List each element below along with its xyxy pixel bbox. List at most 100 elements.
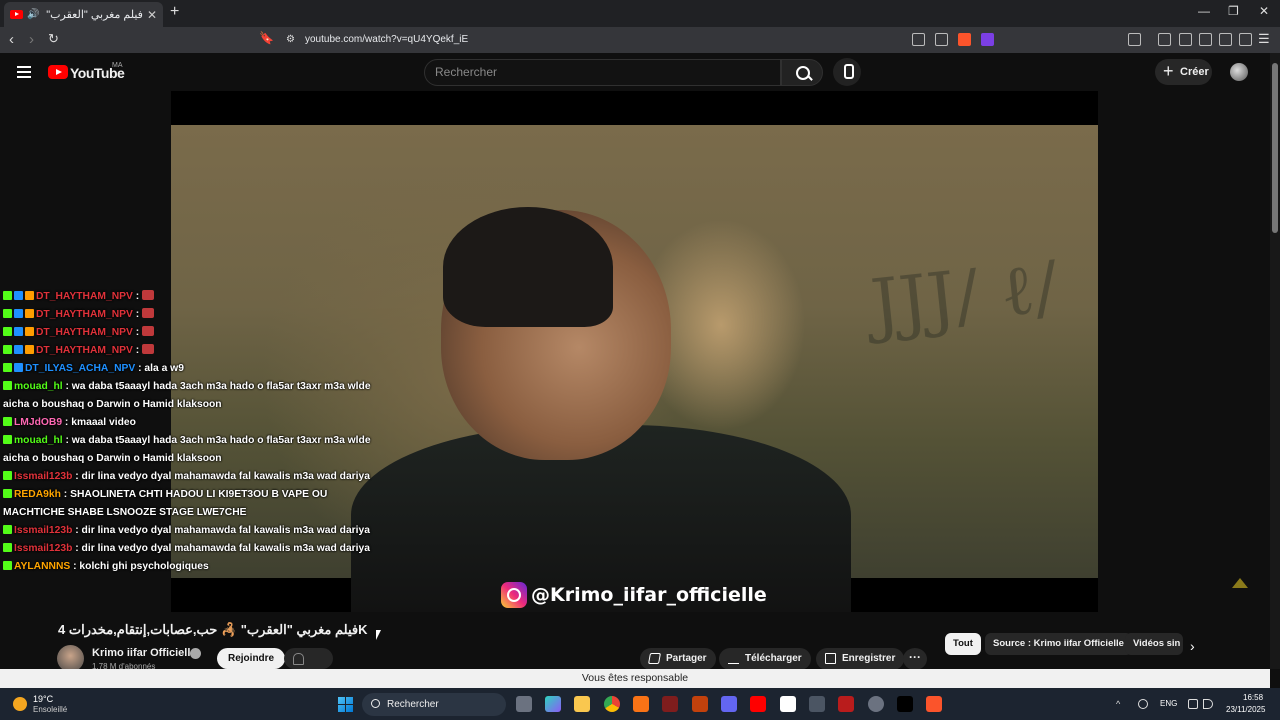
chat-username: AYLANNNS: [14, 561, 71, 572]
tab-close-icon[interactable]: ✕: [147, 8, 157, 22]
chat-username: mouad_hl: [14, 435, 63, 446]
download-label: Télécharger: [745, 653, 802, 664]
chevron-up-icon[interactable]: ^: [1116, 699, 1126, 709]
bookmark-icon[interactable]: 🔖: [259, 31, 274, 45]
kick-badge-icon: [3, 291, 12, 300]
share-button[interactable]: Partager: [640, 648, 716, 670]
language-indicator[interactable]: ENG: [1160, 699, 1177, 708]
volume-icon[interactable]: [1203, 699, 1213, 709]
audio-icon[interactable]: 🔊: [27, 9, 39, 20]
minimize-button[interactable]: —: [1198, 4, 1210, 18]
search-input[interactable]: Rechercher: [424, 59, 781, 86]
chat-message: DT_ILYAS_ACHA_NPV : ala a w9: [3, 360, 383, 378]
app-gamepad-icon[interactable]: [809, 696, 825, 712]
app-v-icon[interactable]: [662, 696, 678, 712]
app-shield-icon[interactable]: [692, 696, 708, 712]
app-xm-icon[interactable]: [897, 696, 913, 712]
chat-username: DT_HAYTHAM_NPV: [36, 345, 133, 356]
youtube-app-icon[interactable]: [750, 696, 766, 712]
task-view-icon[interactable]: [516, 696, 532, 712]
channel-name[interactable]: Krimo iifar Officielle: [92, 647, 197, 659]
app-a-icon[interactable]: [633, 696, 649, 712]
teams-icon[interactable]: [721, 696, 737, 712]
hamburger-menu-icon[interactable]: [17, 66, 31, 78]
chat-separator: :: [132, 345, 143, 356]
new-tab-button[interactable]: +: [170, 3, 179, 21]
brave-shield-icon[interactable]: [958, 33, 971, 46]
app-fn-icon[interactable]: [780, 696, 796, 712]
verified-badge-icon: [14, 345, 23, 354]
media-icon[interactable]: [1158, 33, 1171, 46]
chat-emote-icon: [142, 326, 155, 336]
brave-rewards-icon[interactable]: [981, 33, 994, 46]
chat-username: Issmail123b: [14, 471, 73, 482]
chat-message: DT_HAYTHAM_NPV :: [3, 324, 383, 342]
chip-source[interactable]: Source : Krimo iifar Officielle: [985, 633, 1132, 655]
sun-icon[interactable]: [13, 697, 27, 711]
close-window-button[interactable]: ✕: [1259, 4, 1269, 18]
voice-search-icon[interactable]: [833, 58, 861, 86]
chat-separator: :: [72, 543, 82, 554]
notification-bell-button[interactable]: [284, 648, 333, 669]
youtube-favicon-icon: [10, 10, 23, 19]
chat-overlay: DT_HAYTHAM_NPV : DT_HAYTHAM_NPV : DT_HAY…: [3, 288, 383, 576]
forward-button[interactable]: ›: [29, 31, 34, 48]
watermark-text: @Krimo_iifar_officielle: [531, 584, 767, 606]
url-input[interactable]: youtube.com/watch?v=qU4YQekf_iE: [305, 34, 468, 45]
windows-taskbar: 19°C Ensoleillé Rechercher ^ ENG 16:58 2…: [0, 688, 1280, 720]
microphone-icon[interactable]: [1138, 699, 1148, 709]
leo-ai-icon[interactable]: [1219, 33, 1232, 46]
windows-start-icon[interactable]: [338, 697, 353, 712]
vpn-icon[interactable]: [1239, 33, 1252, 46]
kick-badge-icon: [3, 525, 12, 534]
chat-emote-icon: [142, 290, 155, 300]
more-actions-button[interactable]: ···: [903, 648, 927, 670]
tab-title: فيلم مغربي "العقرب" 🦂 حب...: [43, 9, 143, 21]
youtube-logo-icon[interactable]: [48, 65, 68, 79]
chat-text: dir lina vedyo dyal mahamawda fal kawali…: [81, 471, 370, 482]
share-icon: [648, 653, 661, 664]
app-red-icon[interactable]: [838, 696, 854, 712]
save-button[interactable]: Enregistrer: [816, 648, 905, 670]
create-button[interactable]: Créer: [1155, 58, 1212, 85]
maximize-button[interactable]: ❐: [1228, 4, 1239, 18]
chip-all[interactable]: Tout: [945, 633, 981, 655]
back-button[interactable]: ‹: [9, 31, 14, 48]
weather-temperature[interactable]: 19°C: [33, 694, 53, 704]
notice-banner: Vous êtes responsable: [0, 669, 1270, 688]
site-info-icon[interactable]: ⚙: [286, 34, 295, 45]
chat-username: Issmail123b: [14, 543, 73, 554]
verified-badge-icon: [14, 363, 23, 372]
brave-icon[interactable]: [926, 696, 942, 712]
page-scrollbar[interactable]: [1270, 53, 1280, 669]
channel-avatar[interactable]: [57, 645, 84, 672]
cast-icon[interactable]: [912, 33, 925, 46]
clock-time[interactable]: 16:58: [1243, 693, 1263, 702]
share-icon[interactable]: [935, 33, 948, 46]
weather-condition[interactable]: Ensoleillé: [33, 705, 67, 714]
taskbar-search[interactable]: Rechercher: [362, 693, 506, 716]
chip-similar-videos[interactable]: Vidéos sin: [1125, 633, 1183, 655]
kick-badge-icon: [3, 417, 12, 426]
menu-icon[interactable]: ☰: [1258, 31, 1270, 47]
sidebar-icon[interactable]: [1179, 33, 1192, 46]
app-circle-icon[interactable]: [868, 696, 884, 712]
wallet-icon[interactable]: [1199, 33, 1212, 46]
video-title: فيلم مغربي "العقرب" 🦂 حب,عصابات,إنتقام,م…: [58, 622, 368, 637]
copilot-icon[interactable]: [545, 696, 561, 712]
chat-username: DT_ILYAS_ACHA_NPV: [25, 363, 136, 374]
browser-tab[interactable]: 🔊 فيلم مغربي "العقرب" 🦂 حب... ✕: [4, 2, 163, 27]
clock-date[interactable]: 23/11/2025: [1226, 705, 1265, 714]
chat-username: REDA9kh: [14, 489, 61, 500]
join-button[interactable]: Rejoindre: [217, 648, 286, 669]
chrome-icon[interactable]: [604, 696, 620, 712]
reader-mode-icon[interactable]: [1128, 33, 1141, 46]
chevron-right-icon[interactable]: ›: [1190, 638, 1195, 654]
search-button[interactable]: [781, 59, 823, 86]
reload-button[interactable]: ↻: [48, 31, 59, 47]
file-explorer-icon[interactable]: [574, 696, 590, 712]
download-button[interactable]: Télécharger: [719, 648, 811, 670]
account-avatar[interactable]: [1230, 63, 1248, 81]
scrollbar-thumb[interactable]: [1272, 63, 1278, 233]
network-icon[interactable]: [1188, 699, 1198, 709]
